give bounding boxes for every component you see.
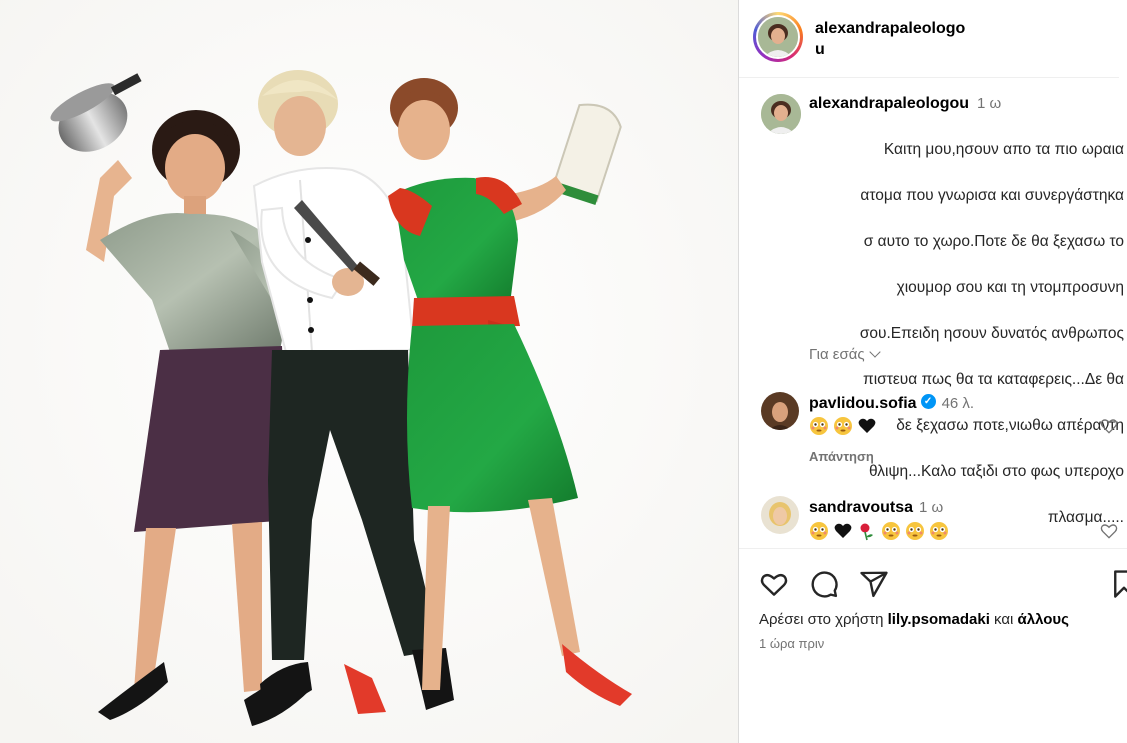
comment-like-heart-icon[interactable] <box>1099 416 1119 436</box>
caption-line: σ αυτο το χωρο.Ποτε δε θα ξεχασω το <box>863 233 1124 250</box>
translation-label[interactable]: Για εσάς <box>809 346 865 363</box>
post-photo[interactable] <box>0 0 738 743</box>
post-photo-illustration <box>0 0 738 743</box>
liker-username[interactable]: lily.psomadaki <box>888 611 990 628</box>
caption-line: σου.Επειδη ησουν δυνατός ανθρωπος <box>859 325 1124 342</box>
comment-username-text[interactable]: pavlidou.sofia <box>809 395 917 412</box>
flushed-face-emoji-icon <box>810 522 828 540</box>
likes-prefix: Αρέσει στο χρήστη <box>759 611 884 628</box>
caption: alexandrapaleologou 1 ω Καιτη μου,ησουν α… <box>809 95 1124 552</box>
likes-middle: και <box>994 611 1014 628</box>
caption-line: ατομα που γνωρισα και συνεργάστηκα <box>860 187 1124 204</box>
caption-avatar[interactable] <box>761 94 801 134</box>
comment-avatar[interactable] <box>761 496 799 534</box>
caption-text: Καιτη μου,ησουν απο τα πιο ωραια ατομα π… <box>809 115 1124 552</box>
caption-time[interactable]: 1 ω <box>977 95 1001 112</box>
comment-avatar[interactable] <box>761 392 799 430</box>
rose-emoji-icon <box>860 523 873 541</box>
likes-others-link[interactable]: άλλους <box>1018 611 1069 628</box>
caption-line: πιστευα πως θα τα καταφερεις...Δε θα <box>863 371 1124 388</box>
flushed-face-emoji-icon <box>906 522 924 540</box>
black-heart-emoji-icon <box>834 523 852 538</box>
comment-time[interactable]: 1 ω <box>919 499 943 516</box>
avatar[interactable] <box>756 15 800 59</box>
comment-username[interactable]: pavlidou.sofia ✓ 46 λ. <box>809 394 975 413</box>
header-username-line2[interactable]: u <box>815 41 825 58</box>
post-sidebar: alexandrapaleologo u alexandrapaleologou… <box>739 0 1127 743</box>
comment-text <box>809 416 877 436</box>
likes-summary: Αρέσει στο χρήστη lily.psomadaki και άλλ… <box>759 611 1069 628</box>
flushed-face-emoji-icon <box>882 522 900 540</box>
flushed-face-emoji-icon <box>810 417 828 435</box>
comment-like-heart-icon[interactable] <box>1099 521 1119 541</box>
caption-line: Καιτη μου,ησουν απο τα πιο ωραια <box>883 141 1124 158</box>
verified-badge-icon: ✓ <box>920 394 936 410</box>
post-timestamp[interactable]: 1 ώρα πριν <box>759 636 824 651</box>
comment-username-text[interactable]: sandravoutsa <box>809 499 913 516</box>
heart-icon[interactable] <box>759 569 789 599</box>
black-heart-emoji-icon <box>858 418 876 433</box>
comment-text <box>809 521 949 541</box>
translation-toggle[interactable]: Για εσάς <box>809 346 881 363</box>
comment-time[interactable]: 46 λ. <box>942 395 975 412</box>
header-username-line1[interactable]: alexandrapaleologo <box>815 20 965 37</box>
chevron-down-icon <box>868 346 881 358</box>
share-icon[interactable] <box>859 569 889 599</box>
comment-username[interactable]: sandravoutsa 1 ω <box>809 499 943 517</box>
caption-line: χιουμορ σου και τη ντομπροσυνη <box>896 279 1124 296</box>
comment-icon[interactable] <box>809 569 839 599</box>
post-header: alexandrapaleologo u <box>739 0 1119 78</box>
story-ring[interactable] <box>753 12 803 62</box>
flushed-face-emoji-icon <box>930 522 948 540</box>
bookmark-icon[interactable] <box>1109 569 1127 599</box>
flushed-face-emoji-icon <box>834 417 852 435</box>
caption-username[interactable]: alexandrapaleologou <box>809 95 969 112</box>
reply-button[interactable]: Απάντηση <box>809 449 874 464</box>
header-username[interactable]: alexandrapaleologo u <box>815 18 995 60</box>
